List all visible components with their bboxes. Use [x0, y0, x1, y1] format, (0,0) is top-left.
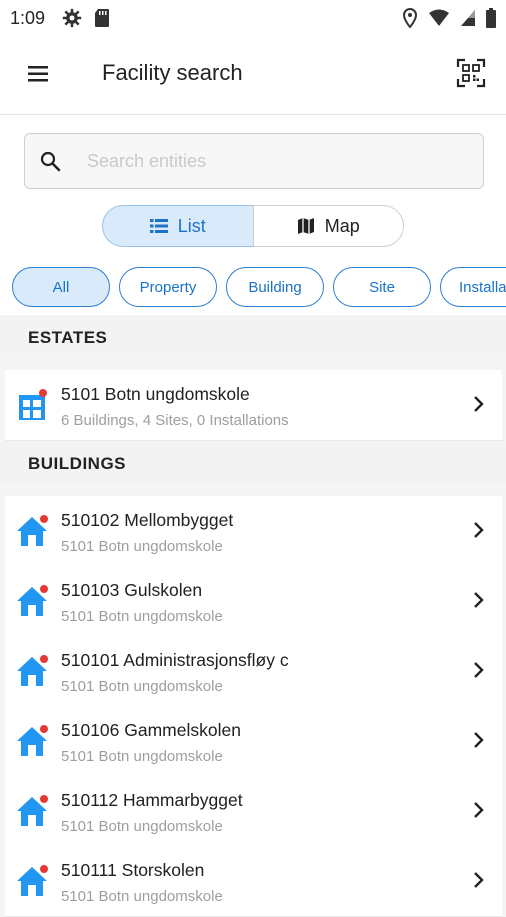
list-item[interactable]: 510106 Gammelskolen 5101 Botn ungdomskole	[5, 706, 502, 777]
chevron-right-icon	[474, 592, 484, 608]
location-icon	[402, 8, 418, 28]
item-title: 5101 Botn ungdomskole	[61, 384, 250, 404]
sd-card-icon	[95, 9, 109, 27]
search-panel: List Map All Property Building Site Inst…	[0, 115, 506, 315]
item-title: 510112 Hammarbygget	[61, 790, 243, 810]
app-bar: Facility search	[0, 36, 506, 115]
list-item[interactable]: 510101 Administrasjonsfløy c 5101 Botn un…	[5, 636, 502, 707]
view-toggle: List Map	[102, 205, 404, 247]
item-subtitle: 6 Buildings, 4 Sites, 0 Installations	[61, 412, 289, 429]
item-subtitle: 5101 Botn ungdomskole	[61, 818, 223, 835]
status-bar: 1:09	[0, 0, 506, 36]
map-icon	[297, 218, 314, 234]
section-title: BUILDINGS	[28, 454, 126, 473]
filter-chip-label: Site	[369, 278, 395, 296]
item-title: 510101 Administrasjonsfløy c	[61, 650, 289, 670]
list-icon	[149, 219, 168, 233]
chevron-right-icon	[474, 396, 484, 412]
chevron-right-icon	[474, 872, 484, 888]
menu-button[interactable]	[26, 62, 50, 86]
map-view-label: Map	[324, 215, 360, 236]
qr-scan-button[interactable]	[456, 58, 486, 88]
map-view-button[interactable]: Map	[252, 205, 404, 247]
list-item[interactable]: 510111 Storskolen 5101 Botn ungdomskole	[5, 846, 502, 917]
item-title: 510102 Mellombygget	[61, 510, 234, 530]
estate-icon	[19, 389, 47, 420]
list-view-button[interactable]: List	[102, 205, 253, 247]
building-house-icon	[17, 515, 48, 546]
filter-chip-building[interactable]: Building	[226, 267, 324, 307]
filter-chip-label: Property	[139, 278, 197, 296]
chevron-right-icon	[474, 732, 484, 748]
list-item[interactable]: 510102 Mellombygget 5101 Botn ungdomskole	[5, 496, 502, 567]
filter-chip-all[interactable]: All	[12, 267, 110, 307]
signal-icon	[461, 10, 475, 26]
chevron-right-icon	[474, 662, 484, 678]
gear-icon	[62, 8, 82, 28]
list-item[interactable]: 510112 Hammarbygget 5101 Botn ungdomskole	[5, 776, 502, 847]
wifi-icon	[429, 9, 449, 26]
filter-chip-property[interactable]: Property	[119, 267, 217, 307]
search-box[interactable]	[24, 133, 484, 189]
building-house-icon	[17, 865, 48, 896]
building-house-icon	[17, 795, 48, 826]
item-subtitle: 5101 Botn ungdomskole	[61, 538, 223, 555]
filter-chip-label: All	[52, 278, 70, 296]
item-title: 510111 Storskolen	[61, 860, 205, 880]
section-header-estates: ESTATES	[0, 316, 506, 358]
status-time: 1:09	[10, 8, 46, 28]
list-item[interactable]: 5101 Botn ungdomskole 6 Buildings, 4 Sit…	[5, 370, 502, 441]
filter-chip-site[interactable]: Site	[333, 267, 431, 307]
item-title: 510103 Gulskolen	[61, 580, 203, 600]
filter-chip-label: Installa	[459, 278, 506, 296]
hamburger-menu-icon	[28, 66, 48, 82]
section-title: ESTATES	[28, 328, 108, 347]
qr-scan-icon	[456, 58, 486, 88]
item-subtitle: 5101 Botn ungdomskole	[61, 608, 223, 625]
filter-chips: All Property Building Site Installa	[0, 267, 506, 311]
list-view-label: List	[177, 215, 206, 236]
list-item[interactable]: 510103 Gulskolen 5101 Botn ungdomskole	[5, 566, 502, 637]
filter-chip-label: Building	[248, 278, 302, 296]
building-house-icon	[17, 585, 48, 616]
building-house-icon	[17, 655, 48, 686]
item-subtitle: 5101 Botn ungdomskole	[61, 888, 223, 905]
battery-icon	[486, 8, 496, 28]
chevron-right-icon	[474, 802, 484, 818]
page-title: Facility search	[102, 60, 243, 85]
building-house-icon	[17, 725, 48, 756]
search-icon	[40, 151, 61, 172]
search-input[interactable]	[85, 144, 469, 178]
section-header-buildings: BUILDINGS	[0, 442, 506, 484]
filter-chip-installation[interactable]: Installa	[440, 267, 506, 307]
item-title: 510106 Gammelskolen	[61, 720, 241, 740]
item-subtitle: 5101 Botn ungdomskole	[61, 678, 223, 695]
chevron-right-icon	[474, 522, 484, 538]
item-subtitle: 5101 Botn ungdomskole	[61, 748, 223, 765]
